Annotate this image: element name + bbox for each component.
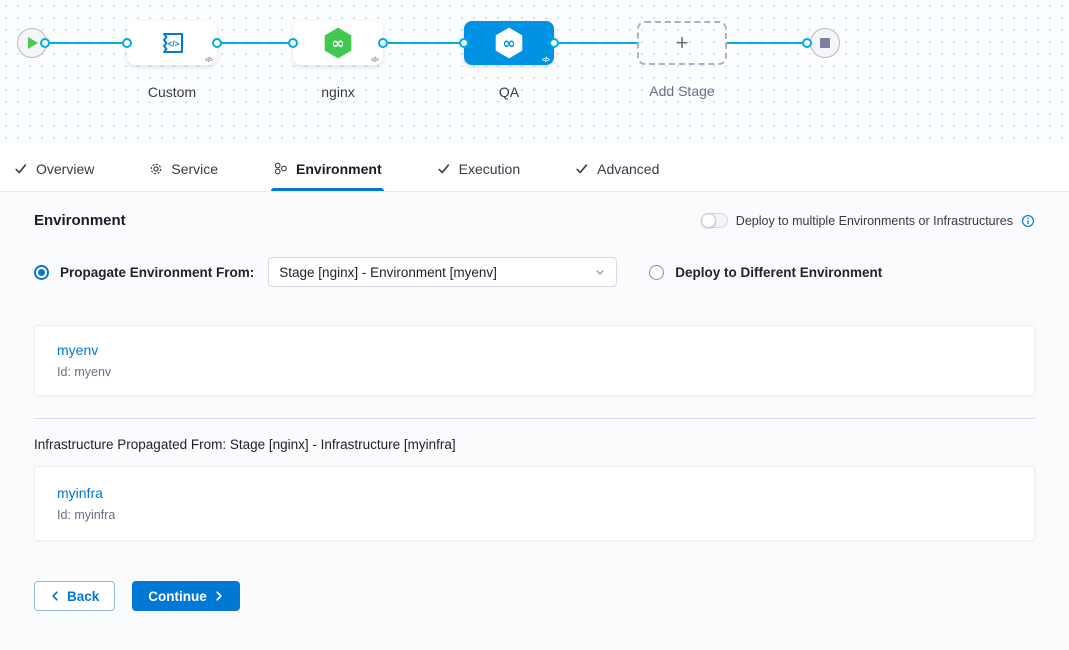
pipeline-edge (554, 42, 639, 44)
propagate-environment-radio[interactable] (34, 265, 49, 280)
deploy-hexagon-icon: ∞ (493, 26, 525, 60)
port[interactable] (122, 38, 132, 48)
code-badge: </> (542, 57, 549, 64)
environment-tab-panel: Environment Deploy to multiple Environme… (0, 192, 1069, 650)
check-icon (575, 162, 589, 176)
chevron-down-icon (594, 266, 606, 278)
multi-environment-toggle-label: Deploy to multiple Environments or Infra… (736, 214, 1013, 228)
tab-label: Execution (459, 161, 520, 177)
stage-label-qa: QA (464, 84, 554, 100)
port[interactable] (288, 38, 298, 48)
custom-stage-icon: </> (156, 29, 188, 57)
pipeline-edge (217, 42, 293, 44)
pipeline-canvas: </> </> Custom ∞ </> nginx ∞ </> QA + Ad… (0, 0, 1069, 146)
deploy-hexagon-icon: ∞ (322, 26, 354, 60)
pipeline-edge (45, 42, 127, 44)
tab-environment[interactable]: Environment (273, 146, 382, 191)
stage-node-qa[interactable]: ∞ </> (464, 21, 554, 65)
tab-label: Environment (296, 161, 382, 177)
stage-label-custom: Custom (127, 84, 217, 100)
stage-config-tabs: Overview Service Environment Execution A… (0, 146, 1069, 192)
pipeline-edge (383, 42, 464, 44)
propagate-environment-radio-label: Propagate Environment From: (60, 265, 254, 280)
environment-card[interactable]: myenv Id: myenv (34, 325, 1035, 396)
tab-label: Overview (36, 161, 94, 177)
stage-label-add-stage: Add Stage (637, 83, 727, 99)
port[interactable] (212, 38, 222, 48)
port[interactable] (459, 38, 469, 48)
check-icon (14, 162, 28, 176)
play-icon (28, 37, 38, 49)
tab-execution[interactable]: Execution (437, 146, 520, 191)
toggle-knob (701, 213, 716, 228)
port[interactable] (378, 38, 388, 48)
deploy-different-environment-radio[interactable] (649, 265, 664, 280)
check-icon (437, 162, 451, 176)
infrastructure-card[interactable]: myinfra Id: myinfra (34, 466, 1035, 541)
tab-overview[interactable]: Overview (14, 146, 94, 191)
infrastructure-name-link[interactable]: myinfra (57, 485, 1012, 501)
back-button-label: Back (67, 589, 99, 604)
stage-label-nginx: nginx (293, 84, 383, 100)
tab-label: Advanced (597, 161, 659, 177)
pipeline-end-node[interactable] (810, 28, 840, 58)
multi-environment-toggle[interactable] (701, 213, 728, 228)
svg-text:</>: </> (168, 40, 180, 49)
chevron-left-icon (50, 590, 60, 602)
deploy-different-environment-radio-label: Deploy to Different Environment (675, 265, 882, 280)
section-divider (34, 418, 1035, 419)
stage-node-custom[interactable]: </> </> (127, 21, 217, 65)
chevron-right-icon (214, 590, 224, 602)
port[interactable] (40, 38, 50, 48)
section-title: Environment (34, 212, 126, 229)
pipeline-edge (727, 42, 807, 44)
code-badge: </> (205, 57, 212, 64)
tab-advanced[interactable]: Advanced (575, 146, 659, 191)
gear-icon (149, 162, 163, 176)
plus-icon: + (676, 30, 689, 56)
info-icon[interactable] (1021, 214, 1035, 228)
stop-icon (820, 38, 830, 48)
infrastructure-id-text: Id: myinfra (57, 508, 1012, 522)
port[interactable] (549, 38, 559, 48)
environment-name-link[interactable]: myenv (57, 342, 1012, 358)
tab-service[interactable]: Service (149, 146, 218, 191)
environment-id-text: Id: myenv (57, 365, 1012, 379)
svg-text:∞: ∞ (502, 33, 515, 52)
code-badge: </> (371, 57, 378, 64)
tab-label: Service (171, 161, 218, 177)
continue-button[interactable]: Continue (132, 581, 240, 611)
propagate-environment-select[interactable]: Stage [nginx] - Environment [myenv] (268, 257, 617, 287)
back-button[interactable]: Back (34, 581, 115, 611)
selected-option-label: Stage [nginx] - Environment [myenv] (279, 265, 497, 280)
infrastructure-propagated-heading: Infrastructure Propagated From: Stage [n… (34, 437, 1035, 452)
svg-text:∞: ∞ (331, 33, 344, 52)
stage-node-nginx[interactable]: ∞ </> (293, 21, 383, 65)
environment-icon (273, 161, 288, 176)
add-stage-button[interactable]: + (637, 21, 727, 65)
port[interactable] (802, 38, 812, 48)
continue-button-label: Continue (148, 589, 207, 604)
